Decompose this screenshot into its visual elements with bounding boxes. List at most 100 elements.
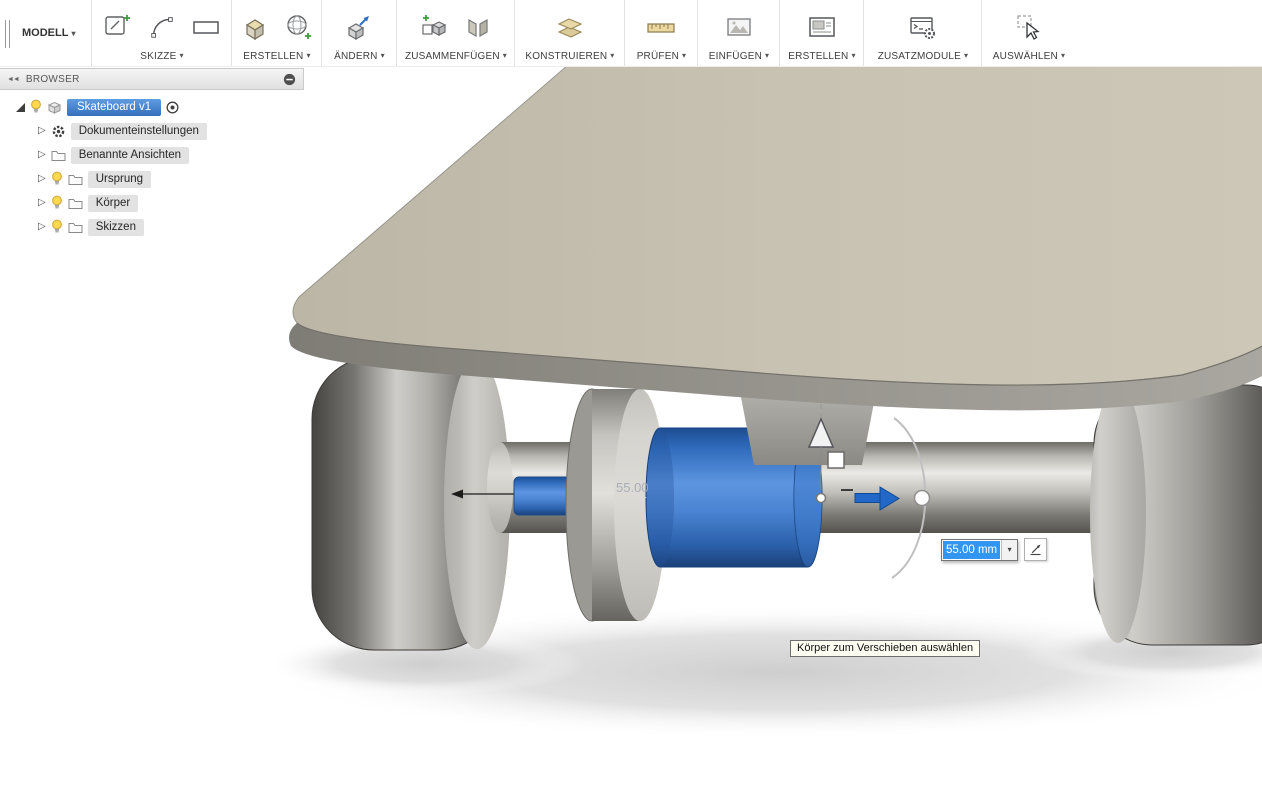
manipulator-options-button[interactable]	[1024, 538, 1048, 561]
toolbar-grip-handle[interactable]	[5, 20, 10, 48]
zusatzmodule-menu[interactable]: ZUSATZMODULE ▾	[867, 49, 978, 63]
zusammenfuegen-menu[interactable]: ZUSAMMENFÜGEN ▾	[400, 49, 511, 63]
auswaehlen-menu-label: AUSWÄHLEN	[992, 51, 1058, 62]
einfuegen-menu-label: EINFÜGEN	[708, 51, 762, 62]
tree-item-label[interactable]: Benannte Ansichten	[70, 146, 190, 164]
erstellen-menu-label: ERSTELLEN	[243, 51, 304, 62]
toolbar-group-zusammenfuegen: ZUSAMMENFÜGEN ▾	[397, 0, 516, 66]
distance-value-selected[interactable]: 55.00 mm	[943, 540, 1001, 559]
scripts-addins-button[interactable]	[906, 9, 940, 45]
distance-input[interactable]: 55.00 mm ▾	[941, 538, 1019, 561]
aendern-menu[interactable]: ÄNDERN ▾	[325, 49, 393, 63]
auswaehlen-menu[interactable]: AUSWÄHLEN ▾	[985, 49, 1072, 63]
chevron-down-icon: ▾	[765, 51, 770, 60]
tree-row-ursprung[interactable]: ▷ Ursprung	[0, 167, 304, 191]
rectangle-icon	[193, 21, 219, 34]
press-pull-button[interactable]	[342, 9, 376, 45]
form-sphere-icon	[287, 15, 311, 39]
chevron-down-icon: ▾	[610, 51, 615, 60]
expand-closed-icon[interactable]: ▷	[38, 222, 46, 232]
tree-row-root[interactable]: Skateboard v1	[0, 95, 304, 119]
skizze-menu[interactable]: SKIZZE ▾	[95, 49, 228, 63]
expand-closed-icon[interactable]: ▷	[38, 150, 46, 160]
left-wheel[interactable]	[311, 356, 510, 651]
tree-item-label[interactable]: Körper	[87, 194, 139, 212]
panel-collapse-icon[interactable]: ◄◄	[7, 76, 20, 83]
tree-item-label[interactable]: Dokumenteinstellungen	[70, 122, 207, 140]
konstruieren-menu[interactable]: KONSTRUIEREN ▾	[518, 49, 621, 63]
chevron-down-icon: ▾	[502, 51, 507, 60]
axis-arrow-icon	[1030, 544, 1041, 556]
main-toolbar: MODELL ▾ SKIZZE ▾ ERSTELLEN ▾ ÄNDERN ▾ Z…	[0, 0, 1262, 67]
active-document-icon[interactable]	[166, 101, 179, 114]
chevron-down-icon: ▾	[851, 51, 856, 60]
chevron-down-icon: ▾	[179, 51, 184, 60]
expand-closed-icon[interactable]: ▷	[38, 198, 46, 208]
toolbar-group-zusatzmodule: ZUSATZMODULE ▾	[864, 0, 983, 66]
expand-open-icon[interactable]	[16, 102, 25, 112]
rectangle-tool-button[interactable]	[189, 9, 223, 45]
measure-button[interactable]	[644, 9, 678, 45]
plane-handle[interactable]	[827, 451, 845, 469]
measure-ruler-icon	[647, 23, 676, 33]
expand-closed-icon[interactable]: ▷	[38, 126, 46, 136]
minimize-panel-icon[interactable]	[283, 73, 296, 86]
toolbar-group-aendern: ÄNDERN ▾	[322, 0, 398, 66]
input-dropdown-button[interactable]: ▾	[1001, 539, 1018, 560]
visibility-bulb-icon[interactable]	[30, 99, 42, 115]
chevron-down-icon: ▾	[306, 51, 311, 60]
folder-icon	[68, 199, 83, 209]
construction-plane-button[interactable]	[553, 9, 587, 45]
visibility-bulb-icon[interactable]	[51, 219, 63, 235]
tree-row-dokumenteinstellungen[interactable]: ▷ Dokumenteinstellungen	[0, 119, 304, 143]
expand-closed-icon[interactable]: ▷	[38, 174, 46, 184]
create-sketch-icon	[105, 15, 130, 35]
create-drawing-button[interactable]	[805, 9, 839, 45]
scripts-console-icon	[910, 17, 935, 39]
create-form-button[interactable]	[282, 9, 316, 45]
erstellen-icons	[235, 5, 318, 49]
new-component-button[interactable]	[417, 9, 451, 45]
right-wheel[interactable]	[1090, 383, 1262, 646]
visibility-bulb-icon[interactable]	[51, 171, 63, 187]
erstellen-zeichnung-menu[interactable]: ERSTELLEN ▾	[783, 49, 860, 63]
create-sketch-button[interactable]	[101, 9, 135, 45]
erstellen-menu[interactable]: ERSTELLEN ▾	[235, 49, 318, 63]
drawing-icon	[809, 17, 835, 37]
chevron-down-icon: ▾	[1007, 545, 1012, 554]
joint-button[interactable]	[461, 9, 495, 45]
tree-item-label[interactable]: Skizzen	[87, 218, 144, 236]
dimension-value: 55.00	[616, 480, 649, 495]
toolbar-group-pruefen: PRÜFEN ▾	[625, 0, 699, 66]
root-document-label[interactable]: Skateboard v1	[67, 98, 162, 116]
arc-tool-button[interactable]	[145, 9, 179, 45]
plane-icon	[557, 18, 583, 38]
workspace-selector[interactable]: MODELL ▾	[0, 0, 93, 66]
zusammenfuegen-icons	[400, 5, 511, 49]
pruefen-menu[interactable]: PRÜFEN ▾	[628, 49, 694, 63]
rotate-handle[interactable]	[913, 489, 931, 507]
chevron-down-icon: ▾	[1060, 51, 1066, 60]
visibility-bulb-icon[interactable]	[51, 195, 63, 211]
zusatzmodule-menu-label: ZUSATZMODULE	[877, 51, 962, 62]
zusammenfuegen-menu-label: ZUSAMMENFÜGEN	[404, 51, 500, 62]
chevron-down-icon: ▾	[964, 51, 969, 60]
toolbar-group-erstellen: ERSTELLEN ▾	[232, 0, 323, 66]
status-tooltip: Körper zum Verschieben auswählen	[790, 640, 981, 657]
origin-point[interactable]	[815, 492, 827, 504]
tree-row-skizzen[interactable]: ▷ Skizzen	[0, 215, 304, 239]
toolbar-group-erstellen-zeichnung: ERSTELLEN ▾	[780, 0, 865, 66]
toolbar-group-einfuegen: EINFÜGEN ▾	[698, 0, 781, 66]
browser-tree: Skateboard v1 ▷ Dokumenteinstellungen ▷ …	[0, 90, 304, 239]
select-button[interactable]	[1012, 9, 1046, 45]
tree-row-koerper[interactable]: ▷ Körper	[0, 191, 304, 215]
extrude-button[interactable]	[238, 9, 272, 45]
new-component-icon	[422, 15, 447, 36]
insert-canvas-button[interactable]	[722, 9, 756, 45]
erstellen-zeichnung-menu-label: ERSTELLEN	[788, 51, 849, 62]
einfuegen-menu[interactable]: EINFÜGEN ▾	[701, 49, 776, 63]
tree-row-benannte-ansichten[interactable]: ▷ Benannte Ansichten	[0, 143, 304, 167]
chevron-down-icon: ▾	[682, 51, 687, 60]
tree-item-label[interactable]: Ursprung	[87, 170, 152, 188]
einfuegen-icons	[701, 5, 776, 49]
